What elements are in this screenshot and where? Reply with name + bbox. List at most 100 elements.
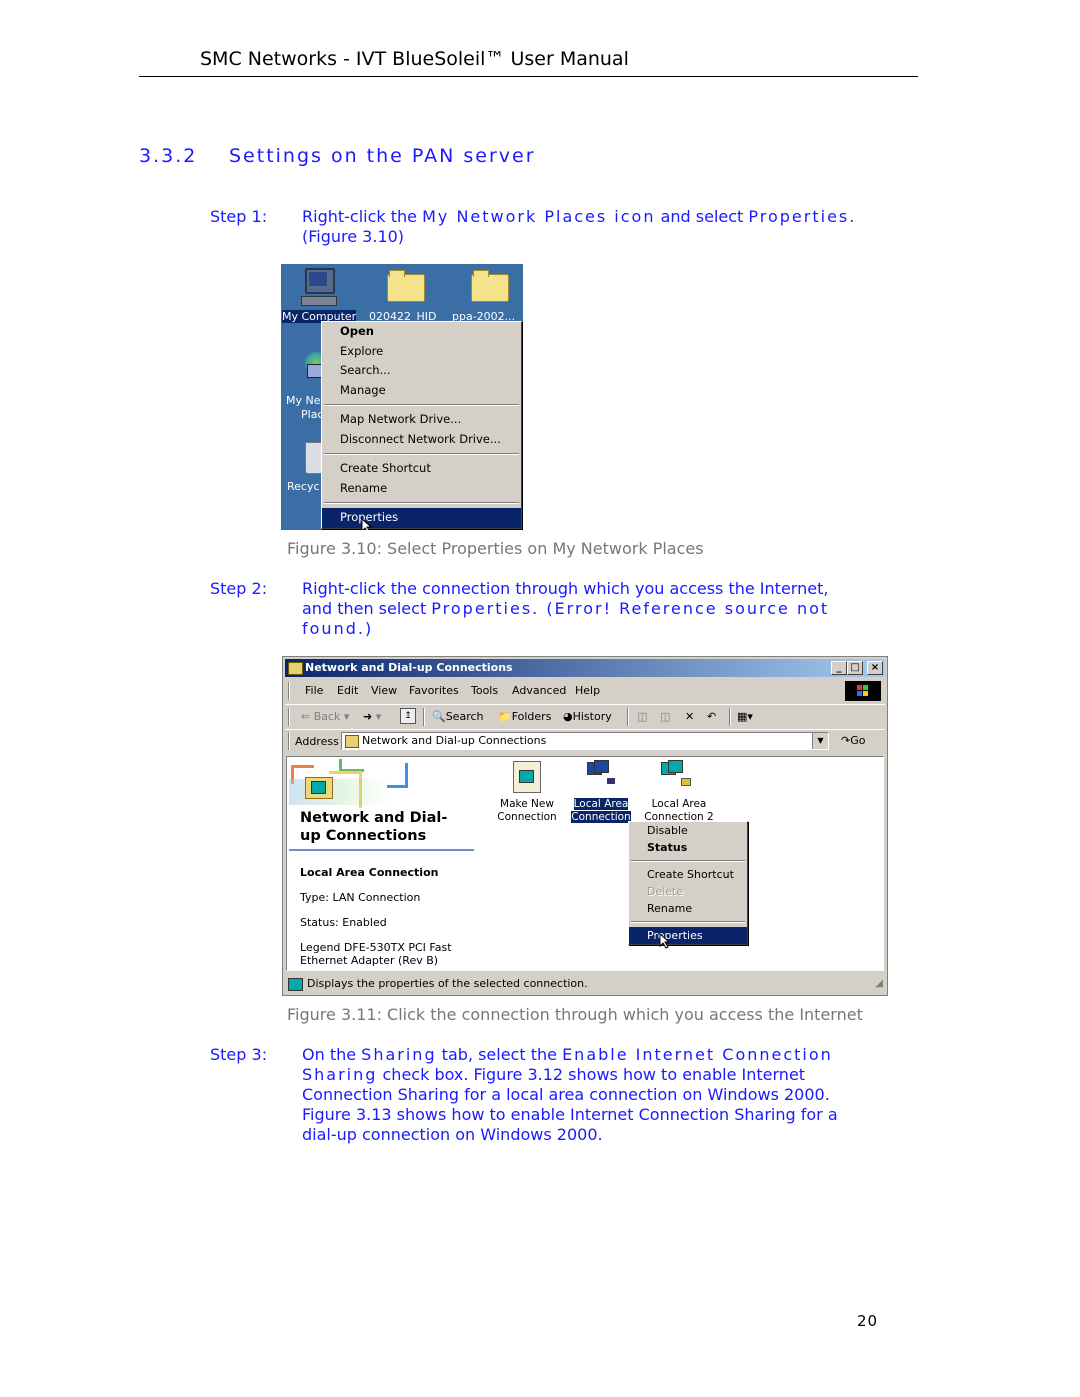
mouse-cursor-icon — [361, 518, 373, 530]
folders-button[interactable]: 📁Folders — [498, 710, 551, 723]
step-3: Step 3: On the Sharing tab, select the E… — [210, 1045, 890, 1149]
address-input[interactable]: Network and Dial-up Connections ▼ — [341, 732, 829, 750]
adapter-line: Ethernet Adapter (Rev B) — [300, 954, 439, 967]
step-2: Step 2: Right-click the connection throu… — [210, 579, 890, 641]
status-bar: Displays the properties of the selected … — [285, 975, 885, 993]
views-button[interactable]: ▦▾ — [737, 710, 753, 723]
back-button[interactable]: ⇐ Back ▾ — [301, 710, 349, 723]
step-label: Step 1: — [210, 207, 268, 226]
menu-file[interactable]: File — [305, 684, 323, 697]
folder-banner-graphic — [289, 759, 409, 809]
step-text: On the — [302, 1045, 362, 1064]
menu-tools[interactable]: Tools — [471, 684, 498, 697]
standard-toolbar: ⇐ Back ▾ ➜ ▾ ↥ 🔍Search 📁Folders ◕History… — [285, 704, 885, 729]
section-number: 3.3.2 — [139, 145, 198, 167]
search-icon: 🔍 — [432, 710, 446, 723]
menu-item-properties[interactable]: Properties — [629, 927, 747, 944]
header-rule — [139, 76, 918, 77]
menu-item-disable[interactable]: Disable — [629, 822, 747, 839]
undo-icon[interactable]: ↶ — [707, 710, 716, 723]
windows-logo-icon — [845, 681, 881, 701]
page-number: 20 — [857, 1312, 879, 1330]
delete-icon[interactable]: ✕ — [685, 710, 694, 723]
search-label: Search — [445, 710, 484, 723]
toolbar-grip — [288, 732, 290, 750]
menu-item-create-shortcut[interactable]: Create Shortcut — [629, 866, 747, 883]
up-folder-icon[interactable]: ↥ — [400, 708, 416, 724]
menu-item-create-shortcut[interactable]: Create Shortcut — [322, 459, 521, 479]
step-label: Step 3: — [210, 1045, 268, 1064]
figure-3-11-explorer-window: Network and Dial-up Connections _ □ × Fi… — [282, 656, 888, 996]
icon-label-line: Connection — [571, 811, 631, 823]
step-text: Figure 3.13 shows how to enable Internet… — [302, 1105, 838, 1124]
step-1: Step 1: Right-click the My Network Place… — [210, 207, 890, 249]
document-header-title: SMC Networks - IVT BlueSoleil™ User Manu… — [200, 48, 629, 70]
toolbar-grip — [288, 682, 290, 700]
icon-label-local-area-connection[interactable]: Local Area Connection — [569, 798, 633, 824]
address-dropdown-button[interactable]: ▼ — [812, 733, 828, 749]
desktop-icon-label[interactable]: Recyc — [287, 480, 320, 493]
menu-item-properties[interactable]: Properties — [322, 508, 521, 528]
step-text: and select — [655, 207, 749, 226]
folder-icon — [389, 270, 405, 277]
menu-item-rename[interactable]: Rename — [629, 900, 747, 917]
step-text: dial-up connection on Windows 2000. — [302, 1125, 603, 1144]
icon-label-make-new-connection[interactable]: Make New Connection — [495, 798, 559, 824]
menu-view[interactable]: View — [371, 684, 397, 697]
computer-icon — [288, 978, 303, 991]
address-bar: Address Network and Dial-up Connections … — [285, 729, 885, 754]
forward-button[interactable]: ➜ ▾ — [363, 710, 381, 723]
menu-item-open[interactable]: Open — [322, 322, 521, 342]
desktop-icon-label[interactable]: My Ne — [286, 394, 321, 407]
folder-content-area: Network and Dial- up Connections Local A… — [286, 756, 884, 971]
folder-icon — [471, 274, 509, 302]
lan-connection-icon[interactable] — [587, 760, 617, 790]
menu-favorites[interactable]: Favorites — [409, 684, 459, 697]
menu-separator — [324, 404, 519, 406]
make-new-connection-icon[interactable] — [513, 761, 541, 793]
computer-icon — [519, 770, 534, 783]
menu-item-rename[interactable]: Rename — [322, 479, 521, 499]
address-value: Network and Dial-up Connections — [362, 734, 547, 747]
copy-to-icon[interactable]: ◫ — [660, 710, 670, 723]
menu-advanced[interactable]: Advanced — [512, 684, 566, 697]
go-label: Go — [850, 734, 866, 747]
resize-grip-icon[interactable]: ◢ — [875, 975, 883, 993]
toolbar-separator — [729, 708, 731, 726]
folder-icon — [387, 274, 425, 302]
icon-label-line: Local Area — [573, 798, 629, 810]
term-sharing-tab: Sharing — [361, 1045, 437, 1064]
section-heading: 3.3.2 Settings on the PAN server — [139, 145, 536, 167]
menu-edit[interactable]: Edit — [337, 684, 358, 697]
window-titlebar[interactable]: Network and Dial-up Connections _ □ × — [285, 659, 885, 677]
move-to-icon[interactable]: ◫ — [637, 710, 647, 723]
connection-adapter: Legend DFE-530TX PCI Fast Ethernet Adapt… — [300, 941, 452, 967]
menu-item-disconnect-network-drive[interactable]: Disconnect Network Drive... — [322, 430, 521, 450]
search-button[interactable]: 🔍Search — [432, 710, 484, 723]
step-text: tab, select the — [436, 1045, 563, 1064]
minimize-button[interactable]: _ — [831, 661, 847, 675]
toolbar-separator — [423, 708, 425, 726]
maximize-button[interactable]: □ — [847, 661, 863, 675]
menu-item-explore[interactable]: Explore — [322, 342, 521, 362]
menu-bar: File Edit View Favorites Tools Advanced … — [285, 680, 885, 702]
history-icon: ◕ — [563, 710, 573, 723]
go-button[interactable]: ↷Go — [841, 734, 865, 747]
history-button[interactable]: ◕History — [563, 710, 612, 723]
folders-icon: 📁 — [498, 710, 512, 723]
adapter-line: Legend DFE-530TX PCI Fast — [300, 941, 452, 954]
menu-item-manage[interactable]: Manage — [322, 381, 521, 401]
connection-context-menu: Disable Status Create Shortcut Delete Re… — [628, 821, 748, 945]
network-plug-icon — [681, 778, 691, 786]
broken-reference: . (Error! Reference source not — [532, 599, 830, 618]
step-label: Step 2: — [210, 579, 268, 598]
icon-label-line: Local Area — [651, 798, 707, 810]
menu-item-map-network-drive[interactable]: Map Network Drive... — [322, 410, 521, 430]
mouse-cursor-icon — [659, 933, 671, 949]
menu-help[interactable]: Help — [575, 684, 600, 697]
panel-heading-rule — [289, 849, 474, 851]
close-button[interactable]: × — [867, 661, 883, 675]
menu-item-status[interactable]: Status — [629, 839, 747, 856]
lan-connection-2-icon[interactable] — [661, 760, 691, 790]
menu-item-search[interactable]: Search... — [322, 361, 521, 381]
